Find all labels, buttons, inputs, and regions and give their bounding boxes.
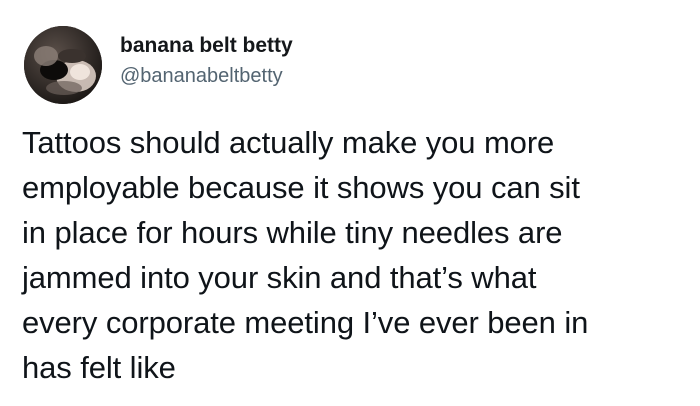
tweet-text-line: in place for hours while tiny needles ar… — [22, 215, 563, 250]
user-info: banana belt betty @bananabeltbetty — [120, 33, 293, 89]
display-name[interactable]: banana belt betty — [120, 33, 293, 59]
tweet-text-line: Tattoos should actually make you more — [22, 125, 555, 160]
profile-photo-icon — [24, 26, 102, 104]
user-handle[interactable]: @bananabeltbetty — [120, 63, 293, 89]
tweet-text-line: every corporate meeting I’ve ever been i… — [22, 305, 589, 340]
tweet-text-line: employable because it shows you can sit — [22, 170, 580, 205]
tweet-card: banana belt betty @bananabeltbetty Tatto… — [0, 0, 700, 406]
tweet-text: Tattoos should actually make you more em… — [22, 120, 682, 390]
tweet-text-line: has felt like — [22, 350, 176, 385]
avatar[interactable] — [24, 26, 102, 104]
tweet-text-line: jammed into your skin and that’s what — [22, 260, 537, 295]
